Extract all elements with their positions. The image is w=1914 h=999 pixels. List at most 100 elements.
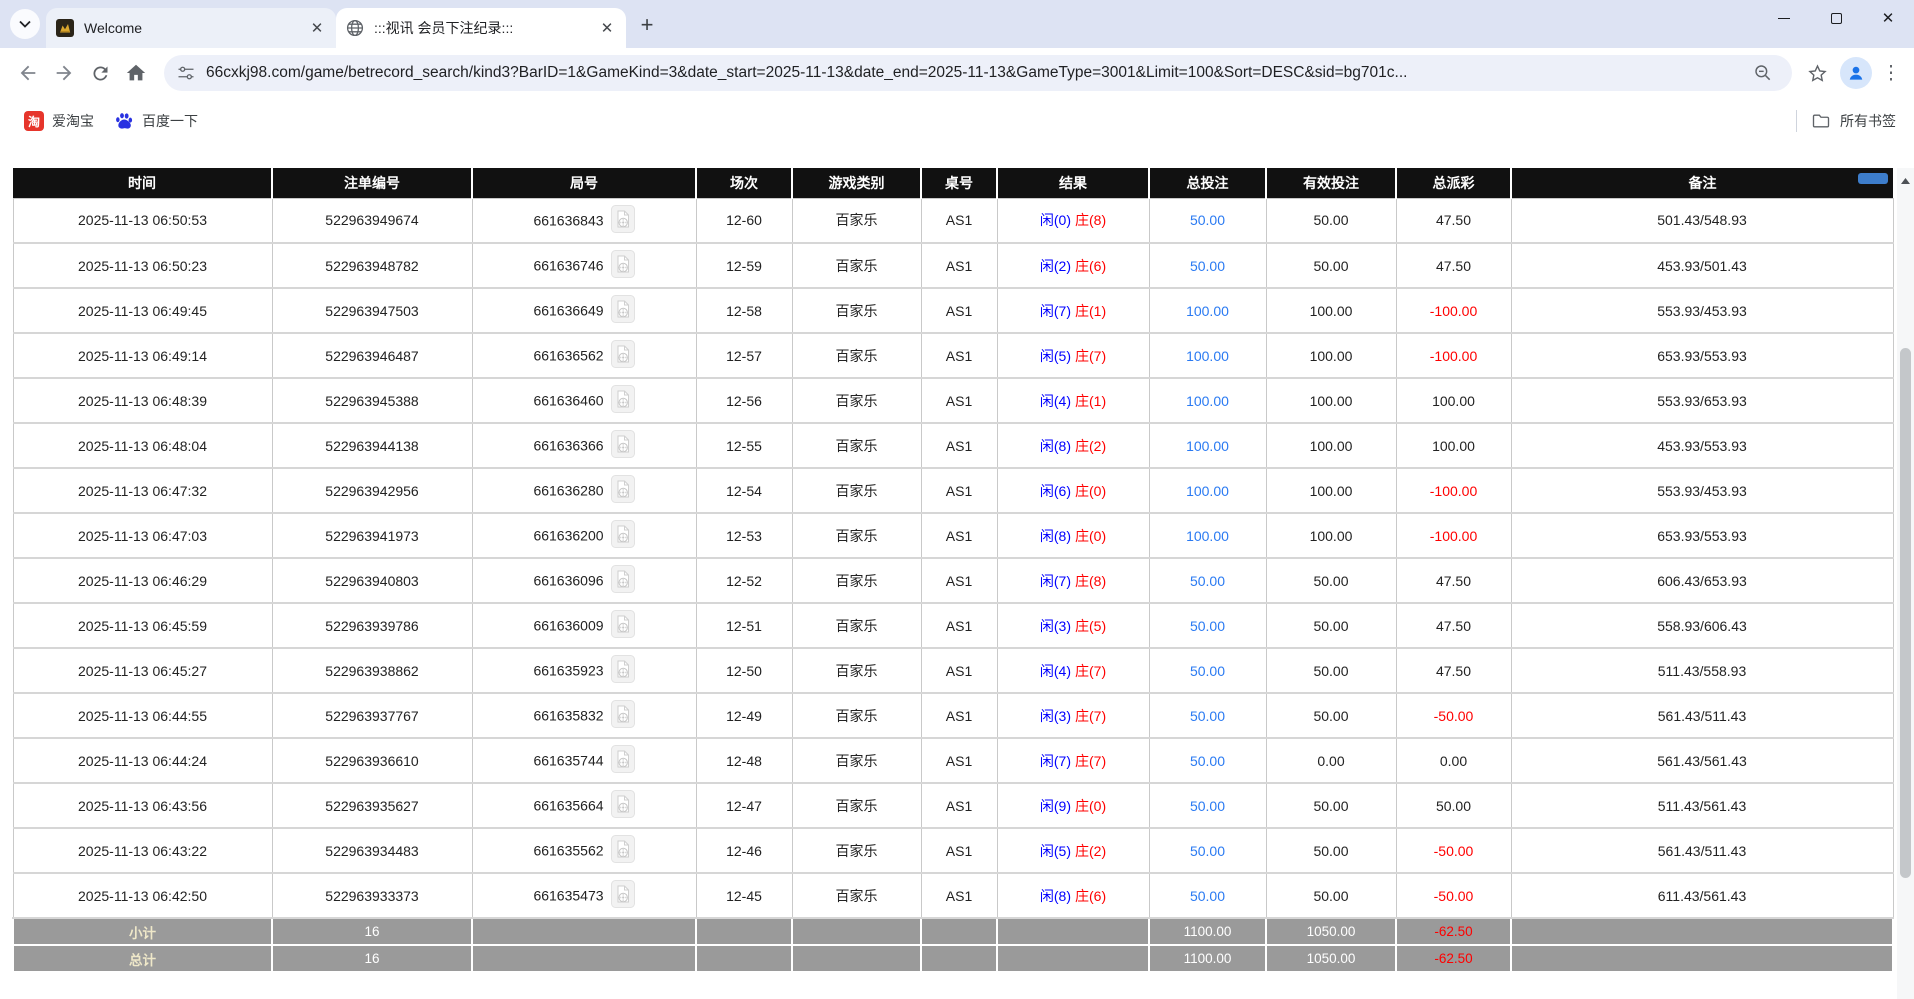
replay-video-icon[interactable] [611,430,635,461]
zoom-button[interactable] [1746,56,1780,90]
replay-video-icon[interactable] [611,610,635,641]
tab-search-button[interactable] [10,9,40,39]
replay-video-icon[interactable] [611,340,635,371]
address-bar[interactable]: 66cxkj98.com/game/betrecord_search/kind3… [164,55,1792,91]
table-row: 2025-11-13 06:49:14522963946487661636562… [13,333,1893,378]
valid-bet-cell: 50.00 [1266,558,1396,603]
home-button[interactable] [119,56,153,90]
total-bet-link[interactable]: 100.00 [1186,438,1229,454]
column-header-2: 局号 [472,168,696,198]
menu-kebab-button[interactable]: ⋮ [1878,62,1904,85]
total-bet-link[interactable]: 100.00 [1186,483,1229,499]
result-cell: 闲(6)庄(0) [997,468,1149,513]
time-cell: 2025-11-13 06:47:32 [13,468,272,513]
replay-video-icon[interactable] [611,655,635,686]
valid-bet-cell: 50.00 [1266,198,1396,243]
payout-cell: -100.00 [1396,333,1511,378]
total-bet-cell: 100.00 [1149,513,1266,558]
partial-blue-button[interactable] [1858,173,1888,184]
replay-video-icon[interactable] [611,250,635,281]
time-cell: 2025-11-13 06:43:56 [13,783,272,828]
bet-id-cell: 522963944138 [272,423,472,468]
column-header-0: 时间 [13,168,272,198]
result-banker: 庄(1) [1075,393,1106,409]
replay-video-icon[interactable] [611,205,635,236]
page-content: 时间注单编号局号场次游戏类别桌号结果总投注有效投注总派彩备注 2025-11-1… [0,168,1914,999]
total-bet-link[interactable]: 100.00 [1186,393,1229,409]
game-type-cell: 百家乐 [792,288,921,333]
result-player: 闲(8) [1040,438,1071,454]
table-row: 2025-11-13 06:46:29522963940803661636096… [13,558,1893,603]
total-bet-link[interactable]: 50.00 [1190,573,1225,589]
page-scrollbar[interactable] [1897,168,1914,999]
table-no-cell: AS1 [921,333,997,378]
bet-id-cell: 522963947503 [272,288,472,333]
replay-video-icon[interactable] [611,385,635,416]
total-bet-link[interactable]: 50.00 [1190,708,1225,724]
total-bet-link[interactable]: 50.00 [1190,888,1225,904]
tab-bet-records[interactable]: :::视讯 会员下注纪录::: ✕ [336,8,626,48]
footer-empty [1511,918,1893,945]
bookmark-baidu[interactable]: 百度一下 [104,107,208,135]
replay-video-icon[interactable] [611,565,635,596]
profile-avatar[interactable] [1840,57,1872,89]
round-cell: 661635832 [472,693,696,738]
session-cell: 12-49 [696,693,792,738]
forward-button[interactable] [47,56,81,90]
total-bet-link[interactable]: 100.00 [1186,348,1229,364]
tab-close-icon[interactable]: ✕ [308,19,326,37]
reload-button[interactable] [83,56,117,90]
column-header-1: 注单编号 [272,168,472,198]
close-button[interactable]: ✕ [1862,0,1914,36]
replay-video-icon[interactable] [611,745,635,776]
minimize-button[interactable] [1758,0,1810,36]
footer-payout: -62.50 [1396,918,1511,945]
folder-icon [1811,111,1831,131]
total-bet-link[interactable]: 50.00 [1190,618,1225,634]
total-bet-link[interactable]: 100.00 [1186,528,1229,544]
valid-bet-cell: 100.00 [1266,333,1396,378]
replay-video-icon[interactable] [611,880,635,911]
replay-video-icon[interactable] [611,835,635,866]
replay-video-icon[interactable] [611,295,635,326]
valid-bet-cell: 50.00 [1266,828,1396,873]
all-bookmarks-button[interactable]: 所有书签 [1811,111,1900,131]
tab-welcome[interactable]: Welcome ✕ [46,8,336,48]
total-bet-link[interactable]: 100.00 [1186,303,1229,319]
time-cell: 2025-11-13 06:49:45 [13,288,272,333]
remark-cell: 453.93/553.93 [1511,423,1893,468]
result-cell: 闲(3)庄(5) [997,603,1149,648]
column-header-10: 备注 [1511,168,1893,198]
game-type-cell: 百家乐 [792,423,921,468]
total-bet-link[interactable]: 50.00 [1190,753,1225,769]
replay-video-icon[interactable] [611,475,635,506]
replay-video-icon[interactable] [611,790,635,821]
result-cell: 闲(8)庄(2) [997,423,1149,468]
tab-close-icon[interactable]: ✕ [598,19,616,37]
back-button[interactable] [11,56,45,90]
round-number: 661636746 [533,258,603,274]
new-tab-button[interactable]: + [632,10,662,40]
bookmark-star-button[interactable] [1800,56,1834,90]
replay-video-icon[interactable] [611,520,635,551]
round-number: 661636200 [533,528,603,544]
bookmark-aitaobao[interactable]: 淘 爱淘宝 [14,107,104,135]
scroll-up-arrow[interactable] [1897,172,1914,189]
scrollbar-thumb[interactable] [1900,348,1911,878]
table-no-cell: AS1 [921,423,997,468]
total-bet-link[interactable]: 50.00 [1190,843,1225,859]
site-privacy-icon [176,63,196,83]
round-cell: 661636280 [472,468,696,513]
game-type-cell: 百家乐 [792,648,921,693]
total-bet-link[interactable]: 50.00 [1190,663,1225,679]
round-number: 661636280 [533,483,603,499]
maximize-button[interactable] [1810,0,1862,36]
total-bet-link[interactable]: 50.00 [1190,212,1225,228]
tab-strip: Welcome ✕ :::视讯 会员下注纪录::: ✕ + ✕ [0,0,1914,48]
replay-video-icon[interactable] [611,700,635,731]
total-bet-link[interactable]: 50.00 [1190,258,1225,274]
total-bet-cell: 50.00 [1149,738,1266,783]
game-type-cell: 百家乐 [792,333,921,378]
total-bet-link[interactable]: 50.00 [1190,798,1225,814]
round-cell: 661636009 [472,603,696,648]
